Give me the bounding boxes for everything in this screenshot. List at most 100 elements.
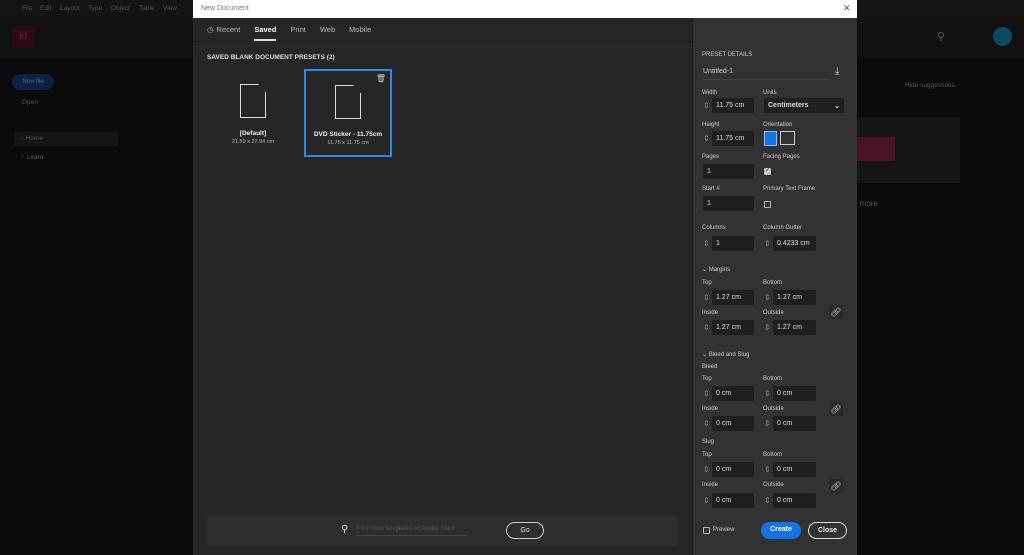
suggestion-thumbnail <box>857 117 960 183</box>
stock-search-bar: ⚲ Find more templates on Adobe Stock Go <box>207 516 678 546</box>
pages-field[interactable]: 1 <box>703 164 754 179</box>
menu-type: Type <box>88 5 103 12</box>
bleed-outside-stepper[interactable]: ⇕ <box>764 416 772 431</box>
margins-section-toggle[interactable]: ⌄ Margins <box>702 266 730 273</box>
close-button[interactable]: Close <box>808 522 847 539</box>
slug-top-stepper[interactable]: ⇕ <box>703 462 711 477</box>
margin-inside-label: Inside <box>702 310 719 316</box>
height-field[interactable]: 11.75 cm <box>712 131 754 146</box>
go-button[interactable]: Go <box>506 522 544 539</box>
link-slug-icon[interactable]: 🔗︎ <box>829 479 843 493</box>
orientation-label: Orientation <box>763 122 793 128</box>
columns-stepper[interactable]: ⇕ <box>703 236 711 251</box>
search-icon-bg: ⚲ <box>937 31 946 43</box>
open-link: Open <box>22 99 38 106</box>
bleed-bottom-field[interactable]: 0 cm <box>773 386 816 401</box>
bleed-inside-stepper[interactable]: ⇕ <box>703 416 711 431</box>
margin-top-field[interactable]: 1.27 cm <box>712 290 754 305</box>
slug-inside-stepper[interactable]: ⇕ <box>703 493 711 508</box>
preset-dvd-sticker[interactable]: 🗑 DVD Sticker - 11.75cm 11.75 x 11.75 cm <box>304 69 392 157</box>
width-label: Width <box>702 90 718 96</box>
preset-default[interactable]: [Default] 21.59 x 27.94 cm <box>209 70 297 158</box>
margin-outside-label: Outside <box>763 310 784 316</box>
bleed-top-stepper[interactable]: ⇕ <box>703 386 711 401</box>
chevron-down-icon: ⌄ <box>834 103 840 110</box>
tab-recent[interactable]: ◷ Recent <box>207 25 240 34</box>
menu-file: File <box>22 5 33 12</box>
column-gutter-field[interactable]: 0.4233 cm <box>773 236 816 251</box>
start-page-field[interactable]: 1 <box>703 196 754 211</box>
slug-inside-label: Inside <box>702 482 719 488</box>
bleed-slug-section-toggle[interactable]: ⌄ Bleed and Slug <box>702 351 749 358</box>
tab-mobile[interactable]: Mobile <box>349 25 371 34</box>
document-name-input[interactable]: Untitled-1 <box>703 68 828 80</box>
margin-bottom-label: Bottom <box>763 280 783 286</box>
bleed-bottom-label: Bottom <box>763 376 783 382</box>
create-button[interactable]: Create <box>761 522 801 539</box>
width-field[interactable]: 11.75 cm <box>712 98 754 113</box>
margin-inside-field[interactable]: 1.27 cm <box>712 320 754 335</box>
section-title: SAVED BLANK DOCUMENT PRESETS (2) <box>207 54 335 61</box>
slug-label: Slug <box>702 439 715 445</box>
portrait-button[interactable] <box>764 131 777 146</box>
units-select[interactable]: Centimeters ⌄ <box>764 98 844 113</box>
start-label: Start # <box>702 186 720 192</box>
hide-suggestions: Hide suggestions <box>905 82 955 89</box>
height-stepper[interactable]: ⇕ <box>703 131 711 146</box>
trash-icon[interactable]: 🗑 <box>376 74 386 83</box>
margin-top-stepper[interactable]: ⇕ <box>703 290 711 305</box>
facing-pages-checkbox[interactable]: ✓ <box>764 168 771 175</box>
margin-bottom-stepper[interactable]: ⇕ <box>764 290 772 305</box>
preview-checkbox[interactable] <box>703 527 710 534</box>
margin-outside-field[interactable]: 1.27 cm <box>773 320 816 335</box>
nav-home: ⌂ Home <box>14 132 118 146</box>
primary-text-frame-label: Primary Text Frame <box>763 186 816 192</box>
slug-outside-stepper[interactable]: ⇕ <box>764 493 772 508</box>
preset-details-heading: PRESET DETAILS <box>702 52 753 58</box>
units-value: Centimeters <box>768 102 809 109</box>
facing-pages-label: Facing Pages <box>763 154 800 160</box>
slug-outside-field[interactable]: 0 cm <box>773 493 816 508</box>
bleed-inside-field[interactable]: 0 cm <box>712 416 754 431</box>
columns-field[interactable]: 1 <box>712 236 754 251</box>
avatar <box>993 27 1012 46</box>
tab-saved[interactable]: Saved <box>254 25 277 41</box>
columns-label: Columns <box>702 225 726 231</box>
bleed-top-field[interactable]: 0 cm <box>712 386 754 401</box>
search-icon: ⚲ <box>341 524 349 535</box>
preset-name: [Default] <box>239 130 267 137</box>
slug-top-label: Top <box>702 452 712 458</box>
pages-label: Pages <box>702 154 720 160</box>
document-icon <box>335 85 361 119</box>
margin-outside-stepper[interactable]: ⇕ <box>764 320 772 335</box>
height-label: Height <box>702 122 720 128</box>
document-icon <box>240 84 266 118</box>
link-margins-icon[interactable]: 🔗︎ <box>829 305 843 319</box>
margin-bottom-field[interactable]: 1.27 cm <box>773 290 816 305</box>
gutter-stepper[interactable]: ⇕ <box>764 236 772 251</box>
link-bleed-icon[interactable]: 🔗︎ <box>829 402 843 416</box>
slug-top-field[interactable]: 0 cm <box>712 462 754 477</box>
menu-view: View <box>163 5 177 12</box>
landscape-button[interactable] <box>780 131 795 145</box>
bleed-outside-label: Outside <box>763 406 784 412</box>
slug-inside-field[interactable]: 0 cm <box>712 493 754 508</box>
slug-bottom-field[interactable]: 0 cm <box>773 462 816 477</box>
bleed-bottom-stepper[interactable]: ⇕ <box>764 386 772 401</box>
slug-bottom-stepper[interactable]: ⇕ <box>764 462 772 477</box>
stock-search-input[interactable]: Find more templates on Adobe Stock <box>357 526 467 536</box>
dialog-close-x[interactable]: ✕ <box>843 3 851 14</box>
save-preset-icon[interactable]: ⤓ <box>835 66 839 77</box>
margin-inside-stepper[interactable]: ⇕ <box>703 320 711 335</box>
primary-text-frame-checkbox[interactable] <box>764 201 771 208</box>
clock-icon: ◷ <box>207 25 214 34</box>
preset-details-panel: PRESET DETAILS Untitled-1 ⤓ Width ⇕ 11.7… <box>692 18 857 555</box>
width-stepper[interactable]: ⇕ <box>703 98 711 113</box>
bleed-outside-field[interactable]: 0 cm <box>773 416 816 431</box>
tab-print[interactable]: Print <box>290 25 305 34</box>
slug-bottom-label: Bottom <box>763 452 783 458</box>
tab-web[interactable]: Web <box>320 25 335 34</box>
new-file-button: New file <box>12 74 54 90</box>
menu-layout: Layout <box>60 5 80 12</box>
units-label: Units <box>763 90 777 96</box>
